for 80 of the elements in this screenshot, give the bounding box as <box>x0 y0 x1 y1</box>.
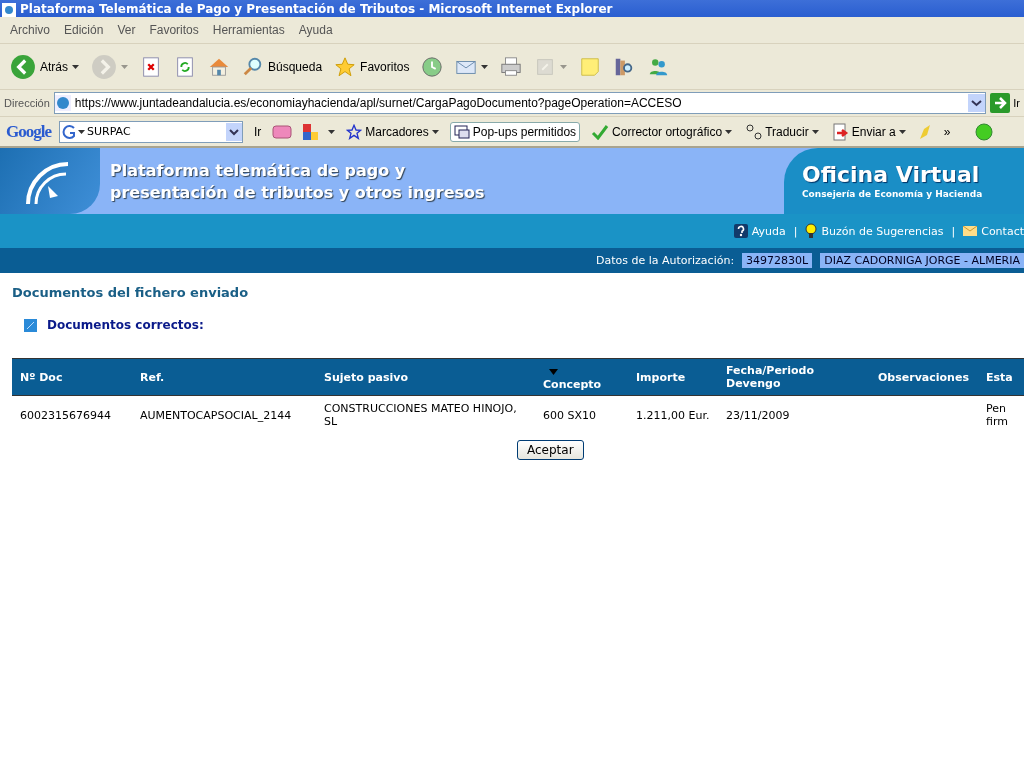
refresh-icon <box>174 55 196 78</box>
dropdown-arrow-icon <box>481 64 489 69</box>
menu-item[interactable]: Edición <box>64 23 104 37</box>
column-header[interactable]: Importe <box>628 358 718 396</box>
search-field[interactable]: SURPAC <box>59 120 243 143</box>
more-button[interactable]: » <box>940 122 954 141</box>
holder-name: DIAZ CADORNIGA JORGE - ALMERIA <box>820 253 1024 268</box>
blocks-icon[interactable] <box>300 122 321 141</box>
nif-value: 34972830L <box>742 253 813 268</box>
table-cell: Pen firm <box>986 402 1008 428</box>
table-cell: CONSTRUCCIONES MATEO HINOJO, SL <box>324 402 517 428</box>
menu-item[interactable]: Archivo <box>10 23 50 37</box>
lightbulb-icon <box>805 223 818 239</box>
dropdown-arrow-icon <box>725 129 733 134</box>
dropdown-arrow-icon <box>78 129 85 134</box>
document-icon <box>24 318 37 332</box>
popups-button[interactable]: Pop-ups permitidos <box>449 121 581 142</box>
address-field[interactable]: https://www.juntadeandalucia.es/economiayhacienda/apl/surnet/CargaPagoDocumento?pageOperation=ACCESO <box>53 92 987 114</box>
link-separator: | <box>793 224 798 238</box>
browser-icon <box>2 3 16 17</box>
window-title: Plataforma Telemática de Pago y Presentación de Tributos - Microsoft Internet Explorer <box>20 2 613 17</box>
window-icon <box>453 124 470 139</box>
column-header[interactable]: Sujeto pasivo <box>316 358 535 396</box>
dropdown-arrow-icon <box>811 129 819 134</box>
table-cell: 1.211,00 Eur. <box>636 408 710 422</box>
authorization-label: Datos de la Autorización: <box>595 254 735 267</box>
go-button[interactable]: Ir <box>990 93 1020 113</box>
column-header[interactable]: Ref. <box>132 358 316 396</box>
dropdown-arrow-icon <box>328 129 336 134</box>
toolbar-button[interactable]: Favoritos <box>332 53 412 80</box>
section-heading: Documentos correctos: <box>47 318 204 332</box>
column-header[interactable]: Observaciones <box>870 358 978 396</box>
page-heading: Documentos del fichero enviado <box>12 285 250 300</box>
star-icon <box>334 55 357 78</box>
column-header[interactable]: Fecha/Periodo Devengo <box>718 358 870 396</box>
dropdown-arrow-icon <box>121 64 128 69</box>
column-header[interactable]: Nº Doc <box>12 358 132 396</box>
table-cell: 600 SX10 <box>543 408 596 422</box>
send-page-icon <box>832 122 849 141</box>
page-icon <box>54 95 71 111</box>
dropdown-arrow-icon <box>560 64 568 69</box>
star-icon <box>346 123 363 140</box>
g-icon <box>62 123 76 140</box>
search-icon <box>242 55 264 78</box>
table-cell: AUMENTOCAPSOCIAL_2144 <box>140 408 292 422</box>
column-header[interactable]: Esta <box>978 358 1024 396</box>
note-icon <box>579 55 602 78</box>
toolbar-button[interactable]: Atrás <box>8 51 81 82</box>
status-light-icon <box>975 122 994 141</box>
dropdown-arrow-icon <box>431 129 439 134</box>
menu-item[interactable]: Herramientas <box>212 23 285 37</box>
dropdown-arrow-icon <box>898 129 906 134</box>
help-icon <box>733 224 748 238</box>
table-cell: 23/11/2009 <box>726 408 790 422</box>
history-icon <box>421 55 444 78</box>
bookmarks-button[interactable]: Marcadores <box>343 121 442 142</box>
translate-button[interactable]: Traducir <box>743 120 822 143</box>
banner-title: Plataforma telemática de pago y <box>110 160 407 182</box>
banner-title: presentación de tributos y otros ingresos <box>110 182 486 204</box>
address-label: Dirección <box>4 97 50 109</box>
accept-button[interactable]: Aceptar <box>517 440 584 460</box>
printer-icon <box>500 55 523 78</box>
brand-name: Oficina Virtual <box>802 162 981 187</box>
sort-arrow-icon <box>549 369 558 375</box>
table-cell: 6002315676944 <box>20 408 111 422</box>
spellcheck-button[interactable]: Corrector ortográfico <box>588 121 736 142</box>
stop-icon <box>140 55 162 78</box>
envelope-icon <box>963 226 978 236</box>
send-button[interactable]: Enviar a <box>829 120 909 143</box>
brand-subtitle: Consejería de Economía y Hacienda <box>802 189 984 199</box>
google-logo: Google <box>6 121 51 142</box>
menu-item[interactable]: Ayuda <box>298 23 333 37</box>
column-header[interactable]: Concepto <box>535 358 628 396</box>
menu-item[interactable]: Ver <box>117 23 136 37</box>
checkmark-icon <box>591 123 610 140</box>
dropdown-arrow-icon <box>72 64 79 69</box>
toolbar-button[interactable]: Búsqueda <box>240 53 325 80</box>
menu-item[interactable]: Favoritos <box>149 23 199 37</box>
go-button[interactable]: Ir <box>251 122 265 141</box>
link-separator: | <box>951 224 956 238</box>
